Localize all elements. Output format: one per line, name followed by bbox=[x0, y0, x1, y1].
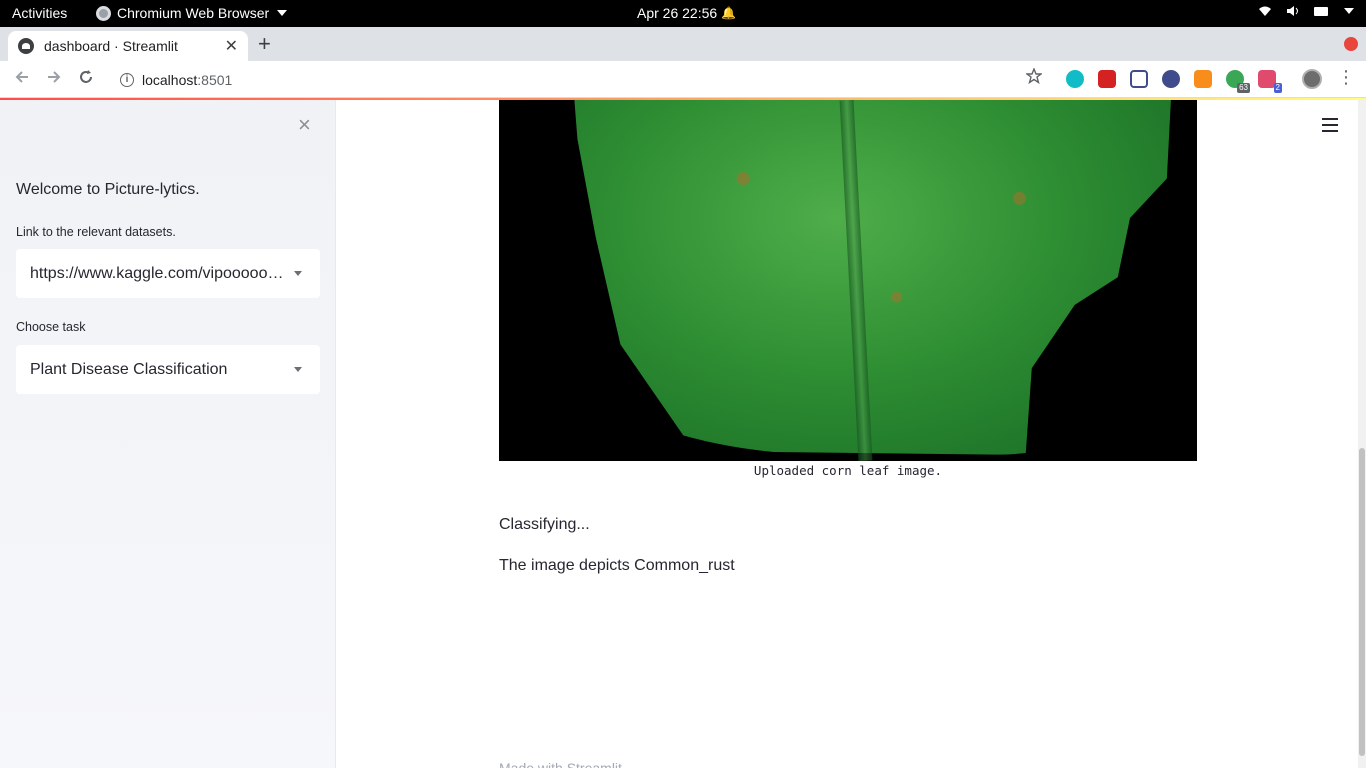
streamlit-favicon-icon bbox=[18, 38, 34, 54]
clock[interactable]: Apr 26 22:56 🔔 bbox=[637, 5, 736, 21]
extension-red-icon[interactable] bbox=[1098, 70, 1116, 88]
caret-down-icon bbox=[294, 367, 302, 372]
browser-toolbar: i localhost:8501 63 2 ⋮ bbox=[0, 61, 1366, 98]
datetime-text: Apr 26 22:56 bbox=[637, 5, 718, 21]
image-caption: Uploaded corn leaf image. bbox=[753, 463, 943, 478]
recording-indicator-icon[interactable] bbox=[1344, 37, 1358, 51]
sidebar-close-icon[interactable]: × bbox=[298, 114, 311, 136]
task-select[interactable]: Plant Disease Classification bbox=[16, 345, 320, 394]
extension-upload-icon[interactable] bbox=[1130, 70, 1148, 88]
reload-icon[interactable] bbox=[78, 69, 94, 85]
datasets-label: Link to the relevant datasets. bbox=[16, 225, 176, 239]
uploaded-leaf-image bbox=[499, 100, 1197, 461]
status-text: Classifying... bbox=[499, 516, 590, 533]
extensions-row: 63 2 bbox=[1066, 70, 1282, 93]
battery-icon bbox=[1314, 6, 1328, 16]
tab-title: dashboard · Streamlit bbox=[44, 38, 178, 54]
chevron-down-icon bbox=[277, 10, 288, 16]
browser-menu-icon[interactable]: ⋮ bbox=[1337, 67, 1355, 88]
datasets-select[interactable]: https://www.kaggle.com/vipoooooo... bbox=[16, 249, 320, 298]
activities-button[interactable]: Activities bbox=[12, 5, 67, 21]
profile-avatar[interactable] bbox=[1302, 69, 1322, 89]
extension-fedora-icon[interactable] bbox=[1162, 70, 1180, 88]
bookmark-star-icon[interactable] bbox=[1026, 68, 1042, 84]
page-scrollbar[interactable] bbox=[1358, 100, 1366, 768]
task-select-value: Plant Disease Classification bbox=[30, 360, 228, 378]
os-top-bar: Activities Chromium Web Browser Apr 26 2… bbox=[0, 0, 1366, 27]
task-label: Choose task bbox=[16, 320, 86, 334]
scrollbar-thumb[interactable] bbox=[1359, 448, 1365, 756]
volume-icon bbox=[1287, 6, 1298, 16]
site-info-icon[interactable]: i bbox=[120, 72, 134, 87]
forward-arrow-icon[interactable] bbox=[46, 69, 62, 85]
chromium-icon bbox=[96, 5, 111, 21]
app-menu[interactable]: Chromium Web Browser bbox=[96, 5, 288, 21]
tab-dashboard[interactable]: dashboard · Streamlit ✕ bbox=[8, 31, 248, 61]
system-tray[interactable] bbox=[1258, 5, 1354, 17]
hamburger-menu-icon[interactable] bbox=[1322, 118, 1338, 136]
address-bar[interactable]: i localhost:8501 bbox=[110, 65, 1056, 94]
extension-badge-count: 2 bbox=[1273, 83, 1282, 93]
system-menu-chevron-icon bbox=[1344, 8, 1354, 14]
extension-badge-count: 63 bbox=[1237, 83, 1250, 93]
datasets-select-value: https://www.kaggle.com/vipoooooo... bbox=[30, 264, 288, 282]
extension-pink-icon[interactable]: 2 bbox=[1258, 70, 1282, 93]
wifi-icon bbox=[1259, 6, 1271, 16]
caret-down-icon bbox=[294, 271, 302, 276]
app-menu-label: Chromium Web Browser bbox=[117, 5, 270, 21]
extension-orange-icon[interactable] bbox=[1194, 70, 1212, 88]
url-port: :8501 bbox=[197, 71, 233, 88]
alarm-icon: 🔔 bbox=[721, 6, 737, 20]
extension-green-icon[interactable]: 63 bbox=[1226, 70, 1250, 93]
result-text: The image depicts Common_rust bbox=[499, 557, 735, 574]
main-content: Uploaded corn leaf image. Classifying...… bbox=[336, 100, 1358, 768]
tab-close-icon[interactable]: ✕ bbox=[225, 36, 238, 56]
tab-strip: dashboard · Streamlit ✕ + bbox=[0, 27, 1366, 61]
url-host: localhost bbox=[142, 71, 198, 88]
sidebar: × Welcome to Picture-lytics. Link to the… bbox=[0, 100, 336, 768]
sidebar-welcome-text: Welcome to Picture-lytics. bbox=[16, 181, 200, 198]
extension-teal-icon[interactable] bbox=[1066, 70, 1084, 88]
back-arrow-icon[interactable] bbox=[14, 69, 30, 85]
streamlit-footer[interactable]: Made with Streamlit bbox=[499, 760, 622, 768]
new-tab-button[interactable]: + bbox=[258, 33, 271, 55]
